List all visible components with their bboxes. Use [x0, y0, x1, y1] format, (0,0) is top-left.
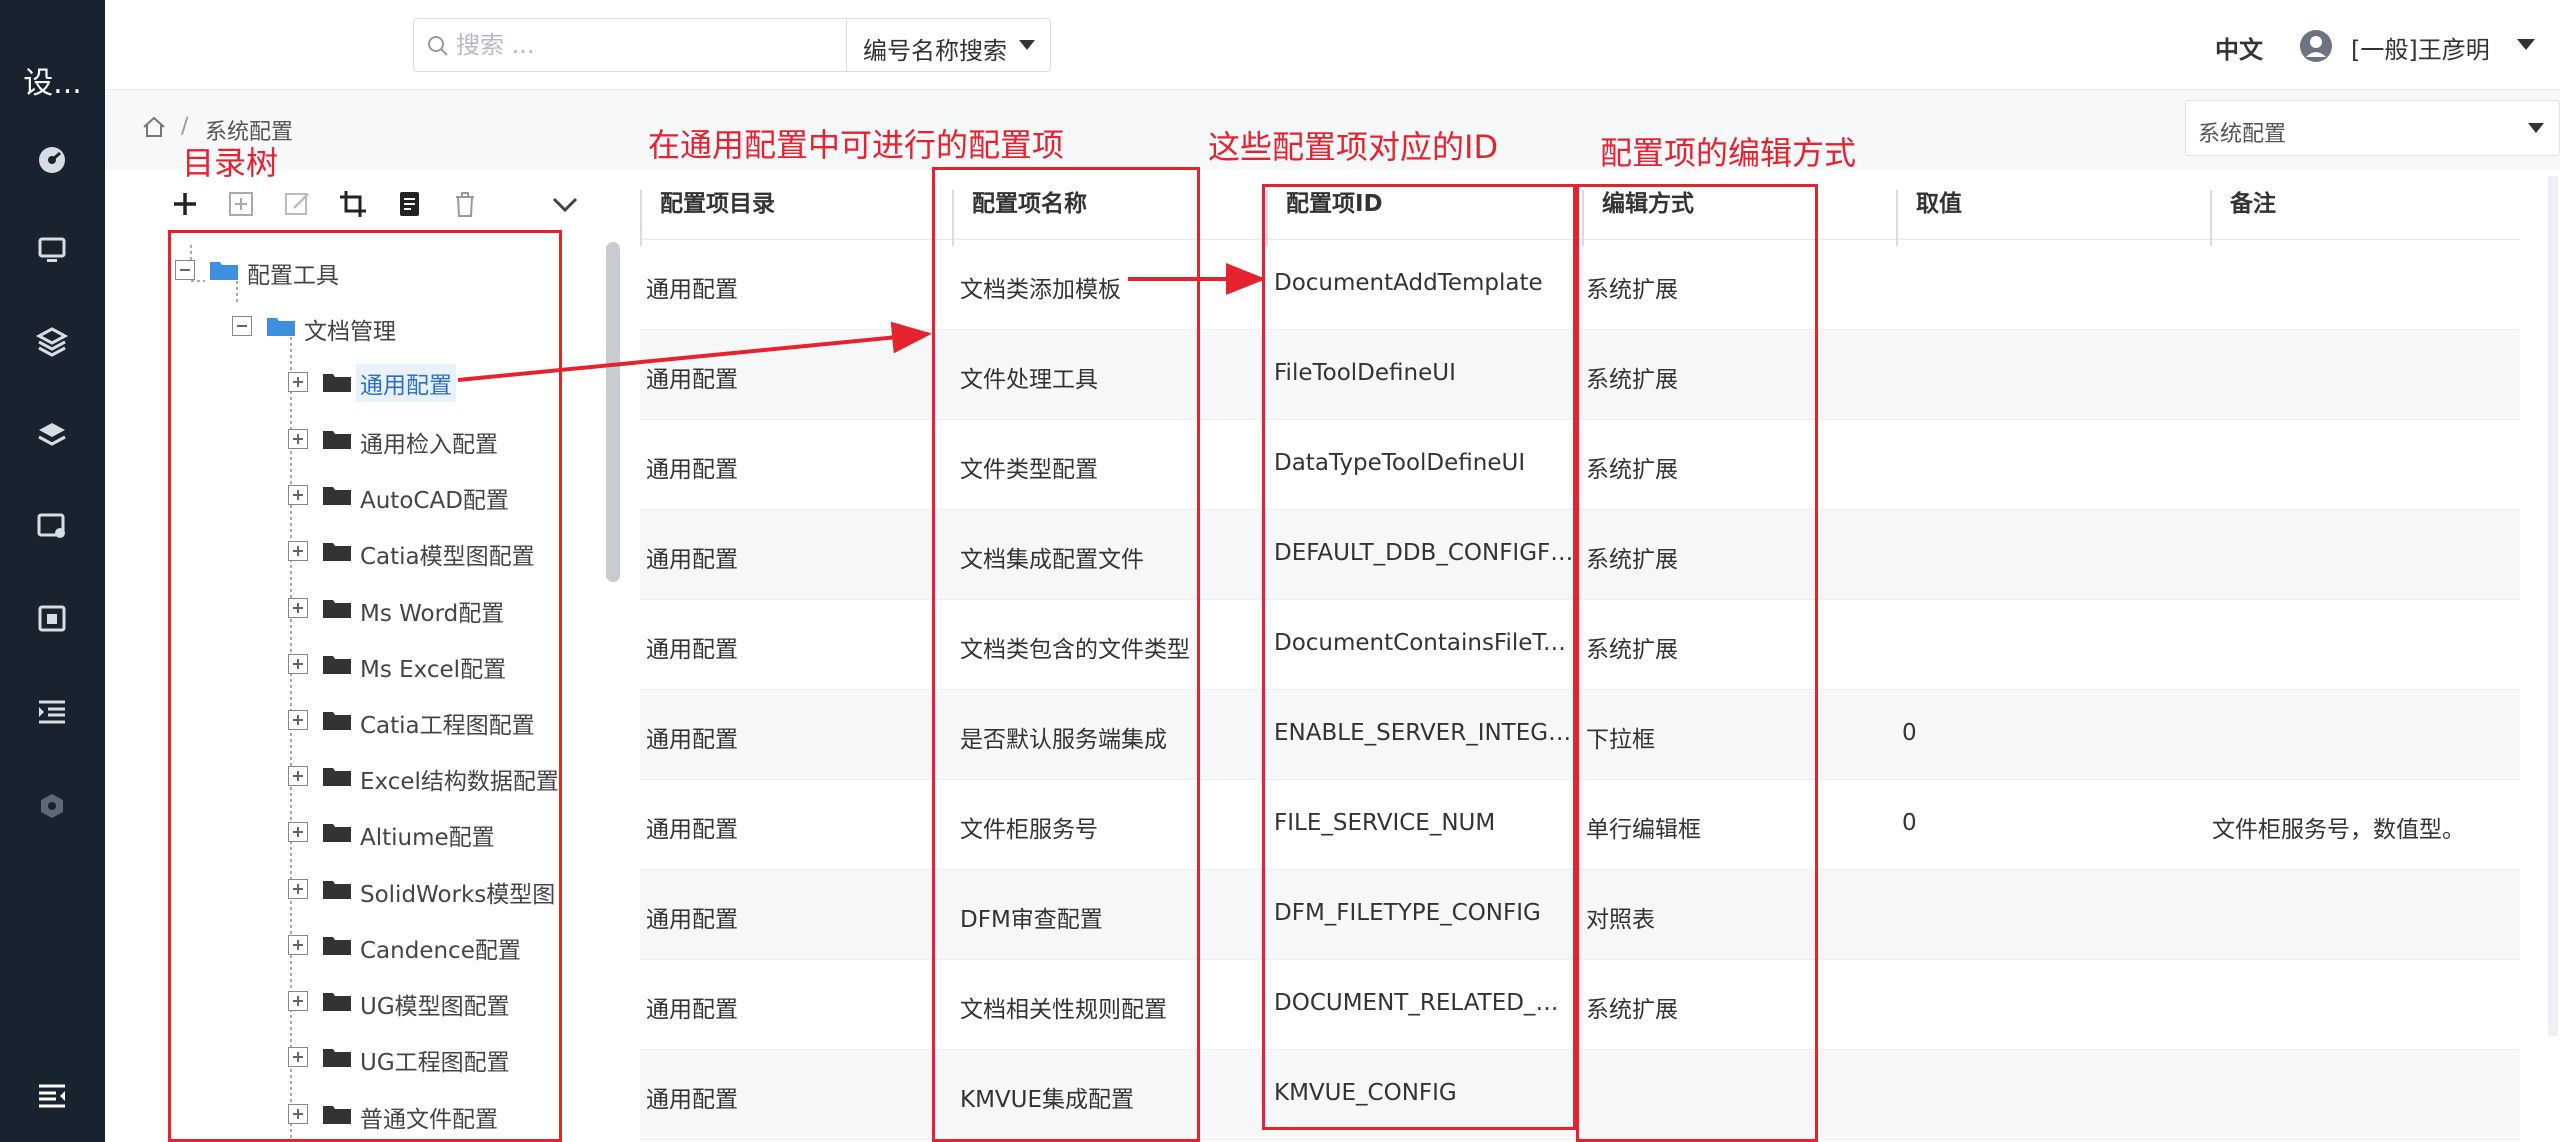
stack-icon[interactable] [34, 416, 70, 452]
crop-icon[interactable] [337, 188, 369, 220]
indent-list-icon[interactable] [34, 694, 70, 730]
chevron-down-icon [2528, 123, 2544, 133]
cell-value: 0 [1902, 810, 1917, 836]
breadcrumb-separator: / [181, 114, 189, 139]
nav-title[interactable]: 设... [0, 58, 105, 102]
cell-catalog: 通用配置 [646, 367, 738, 393]
cell-catalog: 通用配置 [646, 637, 738, 663]
cell-catalog: 通用配置 [646, 547, 738, 573]
add-child-icon[interactable] [225, 188, 257, 220]
cell-remark: 文件柜服务号，数值型。 [2212, 817, 2465, 843]
edit-icon[interactable] [281, 188, 313, 220]
annotation-ids-label: 这些配置项对应的ID [1208, 128, 1499, 166]
column-header-remark[interactable]: 备注 [2210, 190, 2520, 246]
annotation-box-names [932, 167, 1200, 1142]
search-input[interactable] [456, 27, 726, 63]
chevron-down-icon [1019, 40, 1035, 50]
module-select-value: 系统配置 [2198, 122, 2287, 147]
annotation-box-edit [1576, 184, 1818, 1142]
user-name[interactable]: [一般]王彦明 [2351, 30, 2490, 65]
annotation-edit-label: 配置项的编辑方式 [1600, 134, 1857, 172]
tree-toolbar [165, 180, 595, 226]
left-navigation: 设... [0, 0, 105, 1142]
user-avatar-icon[interactable] [2298, 28, 2334, 64]
annotation-box-ids [1262, 184, 1576, 1130]
cell-catalog: 通用配置 [646, 817, 738, 843]
table-scrollbar[interactable] [2548, 176, 2558, 1036]
cell-catalog: 通用配置 [646, 1087, 738, 1113]
column-header-value[interactable]: 取值 [1896, 190, 2210, 246]
annotation-names-label: 在通用配置中可进行的配置项 [648, 126, 1065, 164]
settings-screen-icon[interactable] [34, 508, 70, 544]
cell-value: 0 [1902, 720, 1917, 746]
cell-catalog: 通用配置 [646, 277, 738, 303]
user-menu-chevron-icon[interactable] [2515, 36, 2537, 52]
annotation-box-tree [168, 230, 562, 1142]
tree-scrollbar[interactable] [606, 242, 620, 582]
language-switch[interactable]: 中文 [2215, 30, 2263, 65]
cell-catalog: 通用配置 [646, 457, 738, 483]
column-header-catalog[interactable]: 配置项目录 [640, 190, 952, 246]
dashboard-icon[interactable] [34, 142, 70, 178]
cell-catalog: 通用配置 [646, 907, 738, 933]
top-header: 编号名称搜索 中文 [一般]王彦明 [105, 0, 2560, 90]
document-icon[interactable] [393, 188, 425, 220]
calendar-icon[interactable] [34, 600, 70, 636]
shield-icon[interactable] [34, 788, 70, 824]
search-icon [428, 36, 448, 56]
cell-catalog: 通用配置 [646, 727, 738, 753]
chevron-down-icon[interactable] [549, 188, 581, 220]
annotation-tree-label: 目录树 [182, 144, 279, 182]
monitor-icon[interactable] [34, 232, 70, 268]
menu-toggle-icon[interactable] [34, 1078, 70, 1114]
module-select[interactable]: 系统配置 [2185, 100, 2560, 156]
search-mode-select[interactable]: 编号名称搜索 [846, 19, 1052, 71]
home-icon[interactable] [141, 114, 167, 140]
layers-icon[interactable] [34, 324, 70, 360]
search-box: 编号名称搜索 [413, 18, 1051, 72]
delete-icon[interactable] [449, 188, 481, 220]
add-icon[interactable] [169, 188, 201, 220]
search-mode-label: 编号名称搜索 [863, 37, 1007, 65]
cell-catalog: 通用配置 [646, 997, 738, 1023]
